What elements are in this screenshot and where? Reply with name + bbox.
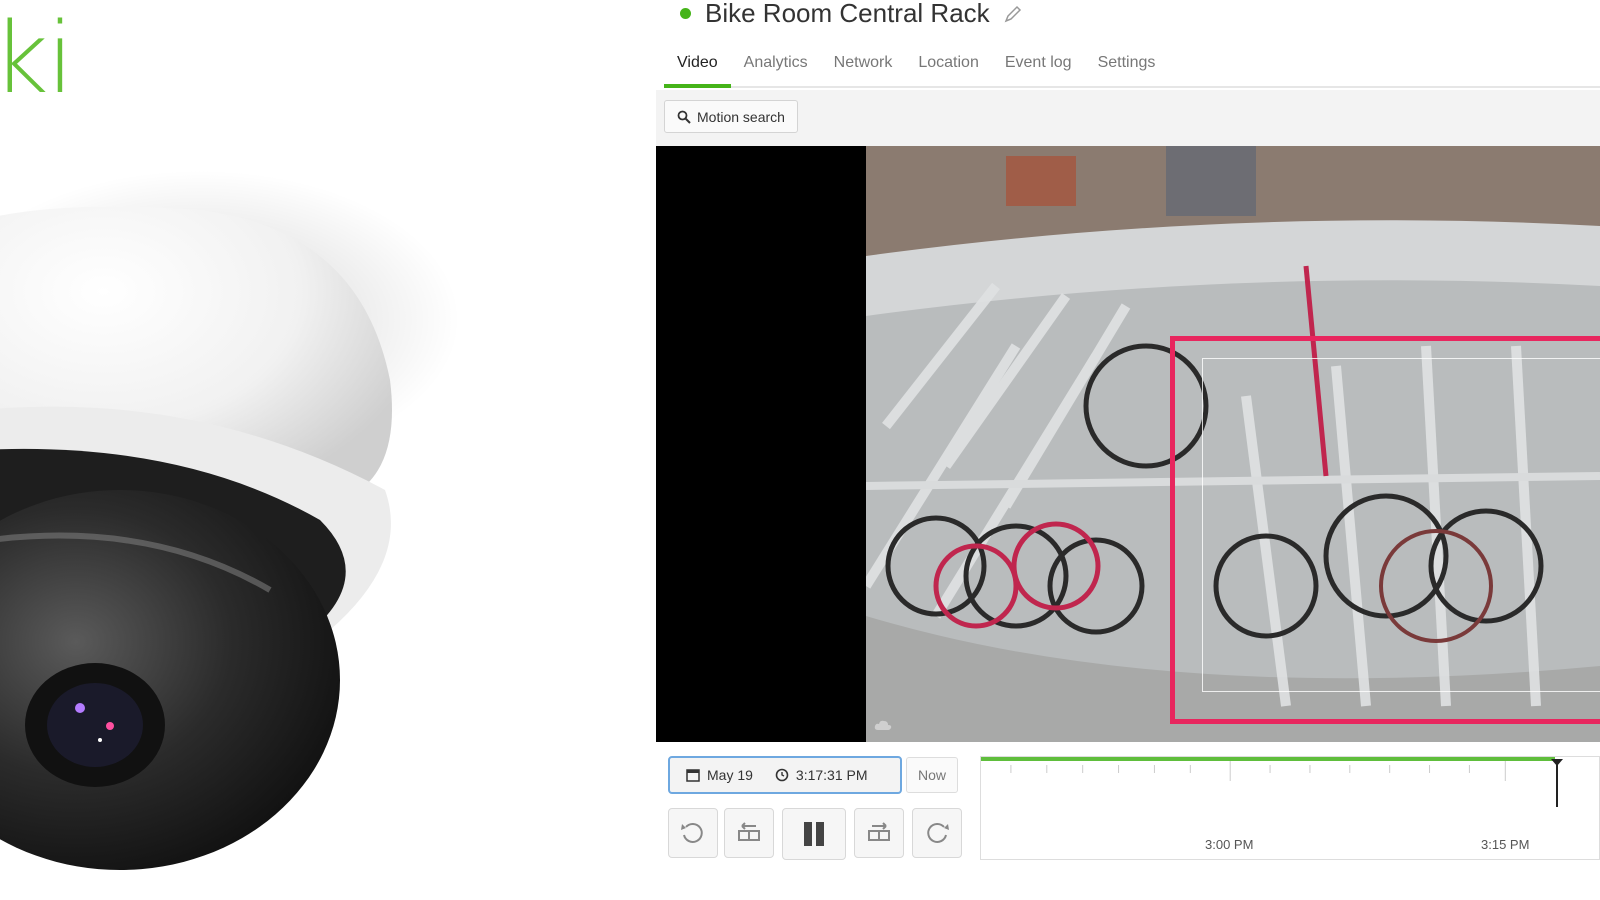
date-field[interactable]: May 19 bbox=[686, 767, 753, 783]
calendar-icon bbox=[686, 769, 700, 782]
cloud-icon[interactable] bbox=[874, 718, 892, 732]
video-toolbar: Motion search bbox=[656, 90, 1600, 146]
camera-title-row: Bike Room Central Rack bbox=[680, 0, 1022, 29]
tab-video[interactable]: Video bbox=[664, 48, 731, 88]
video-player[interactable] bbox=[656, 146, 1600, 742]
timeline-label-300: 3:00 PM bbox=[1205, 837, 1254, 852]
date-time-picker[interactable]: May 19 3:17:31 PM bbox=[668, 756, 902, 794]
skip-back-icon bbox=[738, 822, 760, 841]
now-button[interactable]: Now bbox=[906, 757, 958, 793]
skip-forward-button[interactable] bbox=[854, 808, 904, 858]
tab-location[interactable]: Location bbox=[905, 48, 992, 86]
motion-search-label: Motion search bbox=[697, 108, 785, 125]
forward-button[interactable] bbox=[912, 808, 962, 858]
pause-icon bbox=[804, 822, 824, 846]
skip-forward-icon bbox=[868, 822, 890, 841]
rewind-button[interactable] bbox=[668, 808, 718, 858]
pause-button[interactable] bbox=[782, 808, 846, 860]
camera-tabs: Video Analytics Network Location Event l… bbox=[664, 48, 1600, 88]
brand-wordmark: ki bbox=[0, 2, 74, 116]
search-icon bbox=[677, 110, 691, 124]
forward-icon bbox=[927, 822, 949, 843]
date-value: May 19 bbox=[707, 767, 753, 783]
time-field[interactable]: 3:17:31 PM bbox=[775, 767, 868, 783]
tab-settings[interactable]: Settings bbox=[1085, 48, 1169, 86]
pencil-icon[interactable] bbox=[1004, 5, 1022, 23]
timeline-ticks bbox=[1010, 761, 1506, 781]
tab-event-log[interactable]: Event log bbox=[992, 48, 1085, 86]
time-value: 3:17:31 PM bbox=[795, 767, 868, 783]
tab-network[interactable]: Network bbox=[821, 48, 906, 86]
playhead-marker[interactable] bbox=[1547, 757, 1567, 809]
camera-dashboard: Bike Room Central Rack Video Analytics N… bbox=[656, 0, 1600, 900]
camera-title: Bike Room Central Rack bbox=[705, 0, 990, 28]
rewind-icon bbox=[681, 822, 703, 843]
online-status-dot bbox=[680, 8, 691, 19]
motion-search-button[interactable]: Motion search bbox=[664, 100, 798, 133]
dome-camera-image bbox=[0, 170, 460, 870]
playback-controls: May 19 3:17:31 PM Now 3:00 PM 3:15 PM bbox=[656, 742, 1600, 900]
motion-grid-region bbox=[1202, 358, 1600, 692]
clock-icon bbox=[775, 768, 789, 782]
tab-analytics[interactable]: Analytics bbox=[731, 48, 821, 86]
timeline-scrubber[interactable]: 3:00 PM 3:15 PM bbox=[980, 756, 1600, 860]
skip-back-button[interactable] bbox=[724, 808, 774, 858]
timeline-label-315: 3:15 PM bbox=[1481, 837, 1530, 852]
